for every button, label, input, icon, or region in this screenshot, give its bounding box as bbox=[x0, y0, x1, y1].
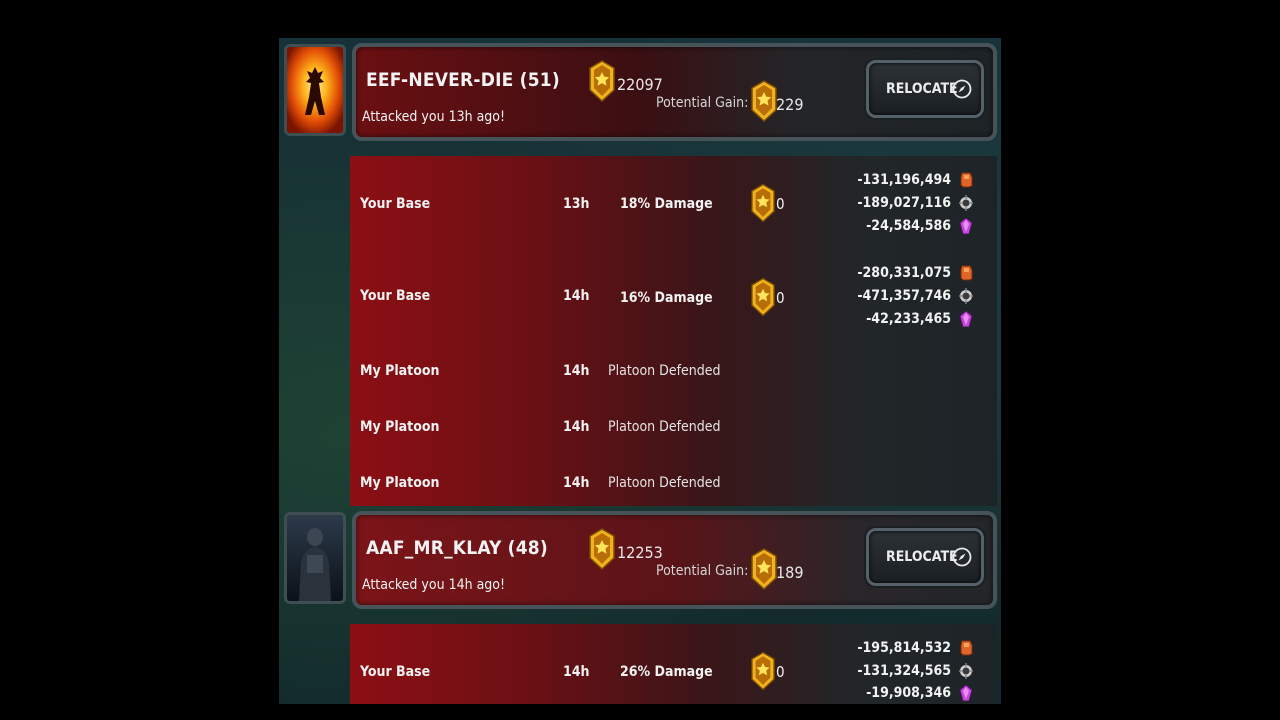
attack-entries: Your Base 14h 26% Damage 0 -195,814,532 … bbox=[350, 624, 997, 704]
player-header: AAF_MR_KLAY (48) Attacked you 14h ago! 1… bbox=[352, 511, 997, 609]
relocate-button[interactable]: RELOCATE bbox=[866, 60, 984, 118]
attack-entry-row[interactable]: Your Base 14h 26% Damage 0 -195,814,532 … bbox=[350, 624, 997, 704]
metal-icon bbox=[959, 172, 973, 188]
potential-gain-label: Potential Gain: bbox=[656, 95, 749, 111]
oil-icon bbox=[959, 195, 973, 211]
crystal-icon bbox=[959, 311, 973, 327]
oil-loss: -131,324,565 bbox=[857, 663, 951, 679]
crystal-icon bbox=[959, 685, 973, 701]
metal-loss: -131,196,494 bbox=[857, 172, 951, 188]
entry-time: 14h bbox=[563, 288, 590, 304]
medal-icon bbox=[751, 80, 777, 122]
entry-time: 14h bbox=[563, 475, 590, 491]
relocate-button[interactable]: RELOCATE bbox=[866, 528, 984, 586]
target-label: Your Base bbox=[360, 288, 431, 304]
entry-time: 14h bbox=[563, 664, 590, 680]
entry-time: 14h bbox=[563, 363, 590, 379]
attack-entry-row[interactable]: My Platoon 14h Platoon Defended bbox=[350, 463, 997, 506]
crystal-loss: -19,908,346 bbox=[866, 685, 951, 701]
attack-entries: Your Base 13h 18% Damage 0 -131,196,494 … bbox=[350, 156, 997, 506]
defense-result: Platoon Defended bbox=[608, 419, 721, 435]
attack-entry-row[interactable]: Your Base 14h 16% Damage 0 -280,331,075 … bbox=[350, 251, 997, 346]
defense-result: Platoon Defended bbox=[608, 363, 721, 379]
player-header: EEF-NEVER-DIE (51) Attacked you 13h ago!… bbox=[352, 43, 997, 141]
potential-gain-value: 229 bbox=[776, 95, 804, 114]
attack-time-text: Attacked you 14h ago! bbox=[362, 577, 506, 593]
metal-loss: -280,331,075 bbox=[857, 265, 951, 281]
attack-entry-row[interactable]: My Platoon 14h Platoon Defended bbox=[350, 351, 997, 407]
target-label: Your Base bbox=[360, 664, 431, 680]
defense-result: Platoon Defended bbox=[608, 475, 721, 491]
target-label: Your Base bbox=[360, 196, 431, 212]
compass-icon bbox=[952, 547, 972, 567]
crystal-icon bbox=[959, 218, 973, 234]
dark-warrior-avatar-icon bbox=[287, 515, 343, 601]
medal-icon bbox=[751, 651, 775, 691]
flaming-figure-avatar-icon bbox=[287, 47, 343, 133]
oil-loss: -189,027,116 bbox=[857, 195, 951, 211]
player-name: EEF-NEVER-DIE (51) bbox=[366, 69, 560, 91]
medals-change: 0 bbox=[776, 195, 785, 213]
damage-result: 18% Damage bbox=[620, 196, 713, 212]
player-medal-score: 12253 bbox=[617, 543, 663, 562]
oil-icon bbox=[959, 288, 973, 304]
potential-gain-value: 189 bbox=[776, 563, 804, 582]
relocate-label: RELOCATE bbox=[886, 81, 958, 97]
attack-time-text: Attacked you 13h ago! bbox=[362, 109, 506, 125]
medal-icon bbox=[589, 528, 615, 570]
relocate-label: RELOCATE bbox=[886, 549, 958, 565]
compass-icon bbox=[952, 79, 972, 99]
metal-icon bbox=[959, 640, 973, 656]
damage-result: 16% Damage bbox=[620, 290, 713, 306]
medals-change: 0 bbox=[776, 289, 785, 307]
oil-icon bbox=[959, 663, 973, 679]
player-medal-score: 22097 bbox=[617, 75, 663, 94]
player-avatar[interactable] bbox=[284, 512, 346, 604]
entry-time: 14h bbox=[563, 419, 590, 435]
target-label: My Platoon bbox=[360, 419, 440, 435]
potential-gain-label: Potential Gain: bbox=[656, 563, 749, 579]
medal-icon bbox=[751, 548, 777, 590]
medal-icon bbox=[751, 183, 775, 223]
attack-log-panel: EEF-NEVER-DIE (51) Attacked you 13h ago!… bbox=[279, 38, 1001, 704]
metal-icon bbox=[959, 265, 973, 281]
oil-loss: -471,357,746 bbox=[857, 288, 951, 304]
crystal-loss: -24,584,586 bbox=[866, 218, 951, 234]
target-label: My Platoon bbox=[360, 363, 440, 379]
attack-entry-row[interactable]: Your Base 13h 18% Damage 0 -131,196,494 … bbox=[350, 156, 997, 251]
attack-entry-row[interactable]: My Platoon 14h Platoon Defended bbox=[350, 407, 997, 463]
metal-loss: -195,814,532 bbox=[857, 640, 951, 656]
player-name: AAF_MR_KLAY (48) bbox=[366, 537, 548, 559]
player-avatar[interactable] bbox=[284, 44, 346, 136]
crystal-loss: -42,233,465 bbox=[866, 311, 951, 327]
medals-change: 0 bbox=[776, 663, 785, 681]
target-label: My Platoon bbox=[360, 475, 440, 491]
entry-time: 13h bbox=[563, 196, 590, 212]
medal-icon bbox=[589, 60, 615, 102]
medal-icon bbox=[751, 277, 775, 317]
damage-result: 26% Damage bbox=[620, 664, 713, 680]
